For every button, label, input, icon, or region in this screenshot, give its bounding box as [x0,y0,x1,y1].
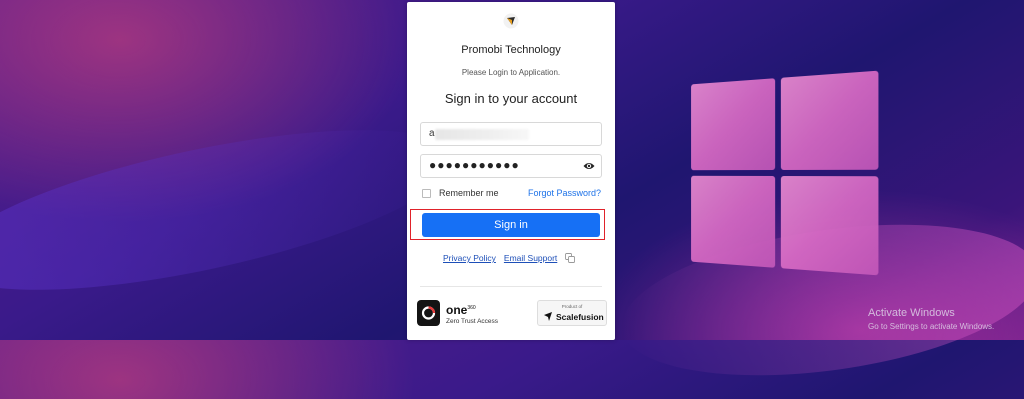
one-zero-trust-badge: one360 Zero Trust Access [417,300,498,326]
login-card: Promobi Technology Please Login to Appli… [407,2,615,340]
app-logo-icon [503,13,519,29]
copy-icon[interactable] [565,253,576,263]
username-field[interactable]: a [420,122,602,146]
windows-logo-pane [691,78,776,171]
one-brand-text: one360 Zero Trust Access [446,302,498,325]
email-support-link[interactable]: Email Support [504,253,557,263]
activate-windows-watermark: Activate Windows Go to Settings to activ… [868,307,994,332]
scalefusion-name: Scalefusion [556,312,604,322]
login-subtitle: Please Login to Application. [461,68,561,77]
username-redacted [435,129,529,140]
remember-me[interactable]: Remember me [422,188,499,198]
divider [420,286,602,287]
password-field[interactable]: ●●●●●●●●●●● [420,154,602,178]
username-value: a [429,128,435,139]
wallpaper-swoosh [0,97,467,323]
page-title: Sign in to your account [444,91,578,106]
one-brand-subtitle: Zero Trust Access [446,317,499,325]
remember-me-checkbox[interactable] [422,188,431,198]
org-name: Promobi Technology [461,44,561,56]
privacy-policy-link[interactable]: Privacy Policy [443,253,496,263]
password-value: ●●●●●●●●●●● [429,158,520,172]
scalefusion-badge: Product of Scalefusion [537,300,607,326]
scalefusion-icon [544,312,552,321]
windows-logo-pane [780,70,879,170]
windows-logo-icon [691,70,879,276]
windows-logo-pane [691,175,776,268]
eye-icon[interactable] [583,161,595,171]
windows-logo-pane [780,176,879,276]
activate-windows-title: Activate Windows [868,307,955,319]
one-brand-name: one360 [446,302,476,317]
activate-windows-subtitle: Go to Settings to activate Windows. [868,322,995,331]
footer-links: Privacy Policy Email Support [443,253,576,263]
forgot-password-link[interactable]: Forgot Password? [528,188,601,198]
one-logo-icon [417,300,440,326]
sign-in-highlight [410,209,605,240]
remember-me-label: Remember me [439,188,499,198]
scalefusion-product-of: Product of [561,304,583,309]
